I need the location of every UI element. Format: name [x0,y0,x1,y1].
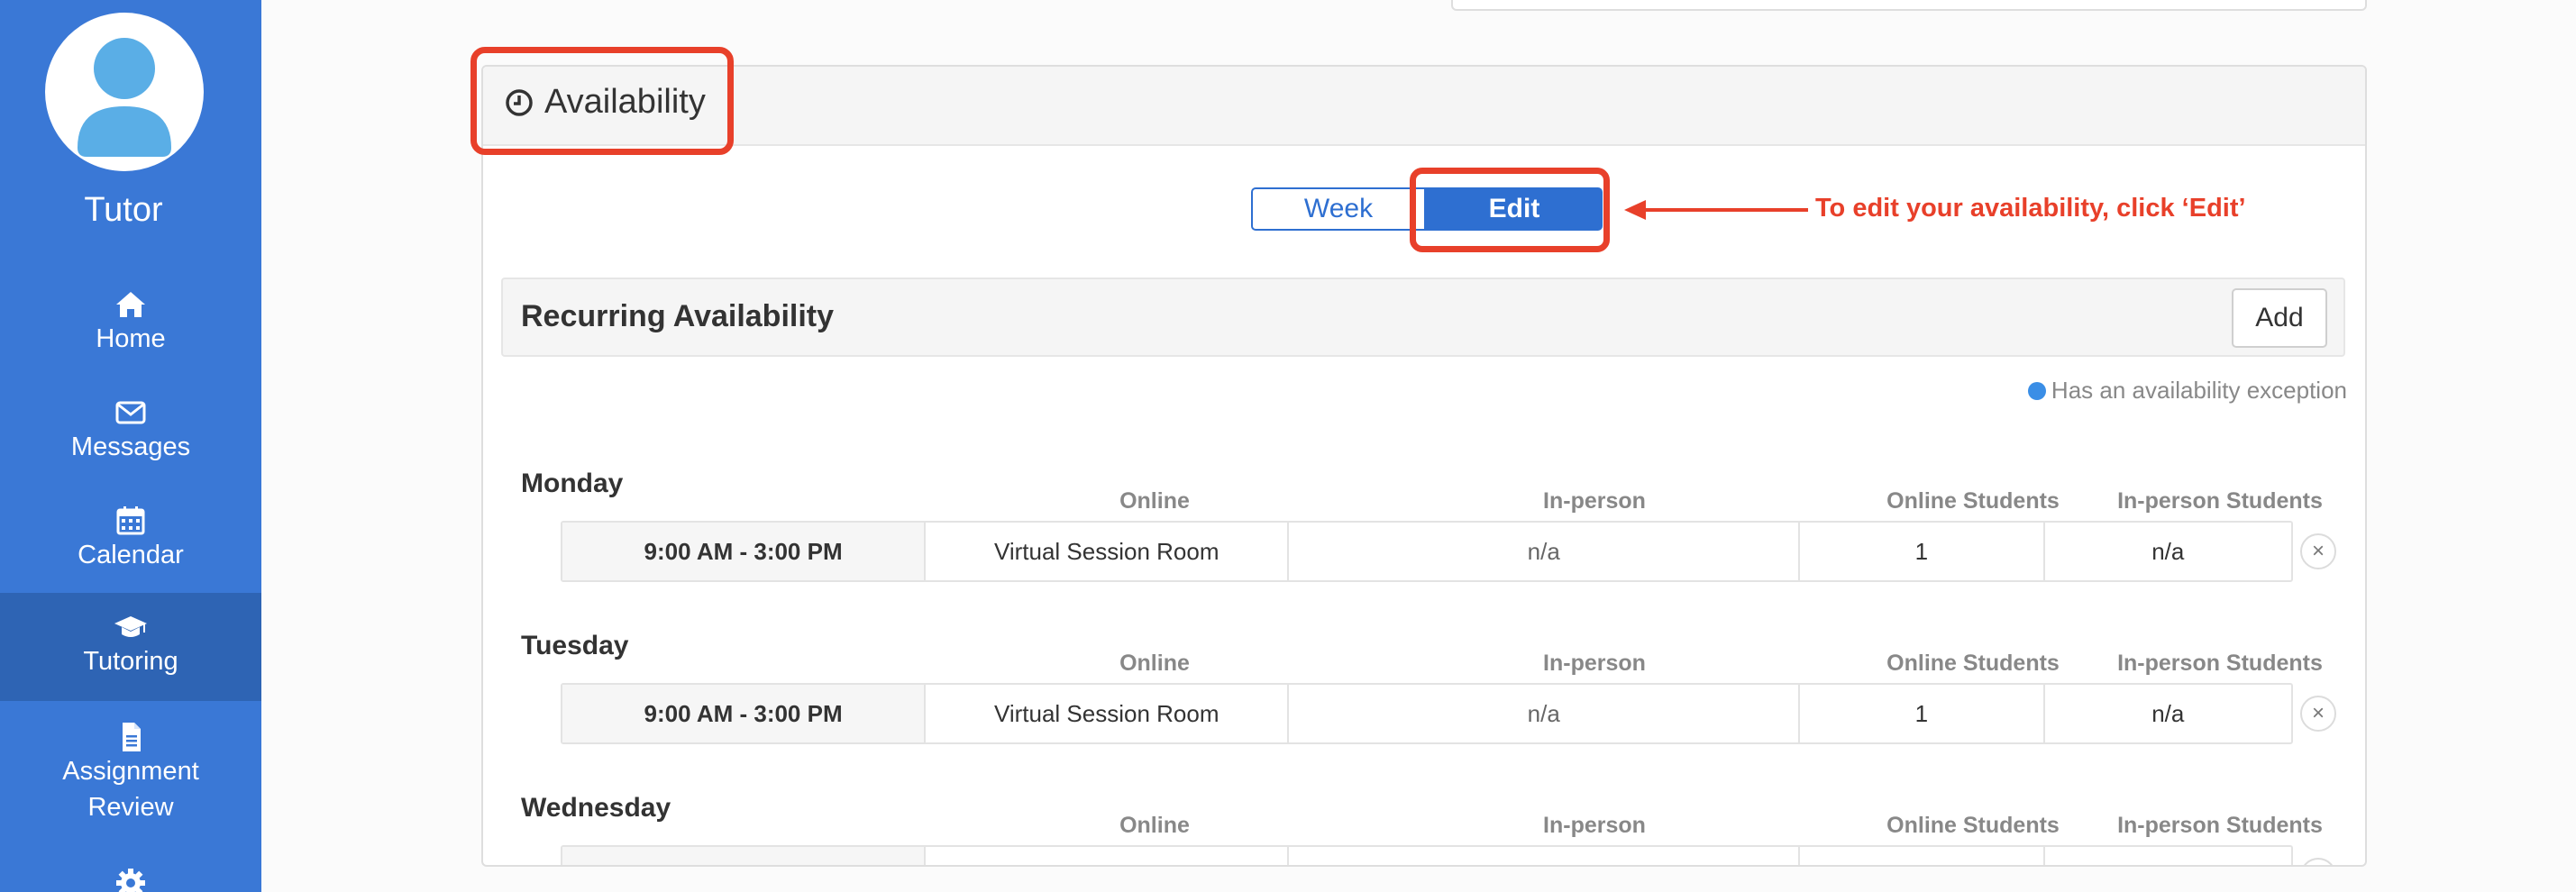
sidebar-item-settings[interactable] [0,867,261,892]
previous-panel [1451,0,2367,11]
column-header-online: Online [1119,488,1190,514]
online-students-cell [1800,847,2045,865]
add-button[interactable]: Add [2232,288,2327,348]
envelope-icon [113,396,149,429]
sidebar-item-tutoring[interactable]: Tutoring [0,593,261,701]
sidebar-item-label: Tutoring [83,647,178,676]
edit-highlight-box [1410,168,1610,252]
column-header-in-person-students: In-person Students [2117,488,2323,514]
in-person-students-cell [2045,847,2291,865]
recurring-availability-header: Recurring Availability Add [501,278,2345,357]
annotation-text: To edit your availability, click ‘Edit’ [1815,194,2246,223]
online-location-cell [926,847,1290,865]
online-students-cell: 1 [1800,685,2045,742]
in-person-students-cell: n/a [2151,699,2185,727]
in-person-location-cell: n/a [1289,685,1801,742]
sidebar: Tutor Home Messages Calendar Tutoring As… [0,0,261,892]
online-location-cell: Virtual Session Room [926,523,1290,580]
exception-legend-text: Has an availability exception [2051,377,2347,404]
sidebar-item-calendar[interactable]: Calendar [0,505,261,573]
time-range-cell [562,847,927,865]
day-label-monday: Monday [521,469,624,498]
time-range-cell: 9:00 AM - 3:00 PM [562,523,927,580]
sidebar-item-label: Home [96,324,166,353]
in-person-location-cell [1289,847,1801,865]
column-header-in-person-students: In-person Students [2117,651,2323,676]
column-header-online-students: Online Students [1886,651,2060,676]
user-role-label: Tutor [84,191,163,229]
online-students-cell: 1 [1800,523,2045,580]
user-avatar-icon [78,38,171,157]
sidebar-item-assignment-review[interactable]: Assignment Review [0,721,261,825]
column-header-in-person: In-person [1543,651,1646,676]
in-person-location-cell: n/a [1289,523,1801,580]
week-button[interactable]: Week [1251,187,1426,231]
column-header-in-person-students: In-person Students [2117,813,2323,838]
column-header-online-students: Online Students [1886,488,2060,514]
sidebar-item-label: Assignment [62,757,199,786]
sidebar-item-label: Messages [70,432,191,461]
title-highlight-box [470,47,734,155]
table-row[interactable]: 9:00 AM - 3:00 PM Virtual Session Room n… [561,521,2293,582]
sidebar-item-messages[interactable]: Messages [0,396,261,465]
recurring-availability-title: Recurring Availability [521,299,835,333]
in-person-students-cell: n/a [2151,537,2185,565]
column-header-online-students: Online Students [1886,813,2060,838]
column-header-online: Online [1119,813,1190,838]
column-header-online: Online [1119,651,1190,676]
panel-header: Availability [483,67,2365,146]
table-row[interactable]: 9:00 AM - 3:00 PM Virtual Session Room n… [561,683,2293,744]
sidebar-item-label-line2: Review [87,793,174,822]
arrow-left-icon [1624,200,1808,220]
day-label-tuesday: Tuesday [521,631,629,660]
avatar[interactable] [45,13,204,171]
sidebar-item-home[interactable]: Home [0,288,261,357]
online-location-cell: Virtual Session Room [926,685,1290,742]
document-icon [113,721,149,753]
exception-legend: Has an availability exception [2027,377,2347,405]
home-icon [113,288,149,321]
remove-availability-button[interactable]: × [2300,858,2336,865]
time-range-cell: 9:00 AM - 3:00 PM [562,685,927,742]
sidebar-item-label: Calendar [78,541,184,569]
calendar-icon [113,505,149,537]
column-header-in-person: In-person [1543,813,1646,838]
remove-availability-button[interactable]: × [2300,533,2336,569]
gear-icon [113,867,149,892]
graduation-cap-icon [113,611,149,643]
day-label-wednesday: Wednesday [521,793,671,823]
remove-availability-button[interactable]: × [2300,696,2336,732]
table-row[interactable] [561,845,2293,865]
exception-dot-icon [2027,381,2046,400]
column-header-in-person: In-person [1543,488,1646,514]
